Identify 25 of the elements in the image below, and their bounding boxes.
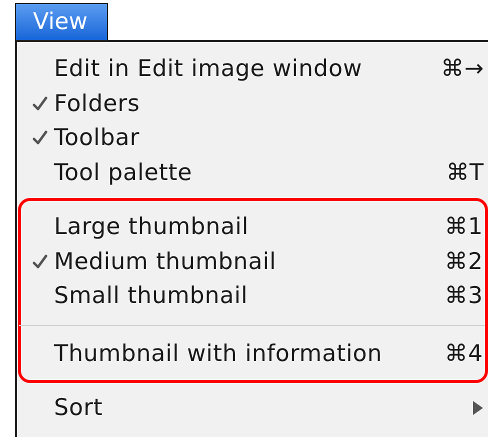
menu-item[interactable]: Edit in Edit image window ⌘→ (17, 52, 486, 86)
menu-item[interactable]: Sort (17, 391, 486, 426)
menu-item-label: Large thumbnail (54, 213, 250, 242)
menu-item-label: Small thumbnail (54, 282, 249, 311)
keyboard-shortcut: ⌘T (446, 158, 485, 188)
keyboard-shortcut: ⌘2 (444, 248, 484, 276)
keyboard-shortcut: ⌘1 (444, 213, 484, 242)
menu-item[interactable]: Tool palette ⌘T (17, 156, 486, 190)
menu-item-label: Sort (54, 394, 104, 423)
menu-item-label: Tool palette (54, 158, 194, 188)
keyboard-shortcut: ⌘→ (440, 55, 485, 84)
menu-item[interactable]: Toolbar (17, 121, 486, 156)
menu-item[interactable]: Small thumbnail ⌘3 (17, 279, 485, 314)
menu-item-label: Toolbar (54, 124, 141, 153)
keyboard-shortcut: ⌘3 (444, 282, 484, 311)
menu-item[interactable]: Medium thumbnail ⌘2 (17, 244, 485, 279)
menu-item[interactable]: Folders (17, 86, 486, 121)
menu-item-label: Thumbnail with information (54, 340, 384, 368)
menu-item-label: Folders (54, 90, 141, 118)
menu-item[interactable]: Thumbnail with information ⌘4 (17, 336, 485, 371)
menu-title[interactable]: View (15, 3, 108, 40)
menu-item[interactable]: Large thumbnail ⌘1 (17, 210, 485, 244)
menu-item-label: Edit in Edit image window (54, 55, 364, 84)
keyboard-shortcut: ⌘4 (444, 340, 484, 368)
menu-item-label: Medium thumbnail (54, 248, 278, 276)
